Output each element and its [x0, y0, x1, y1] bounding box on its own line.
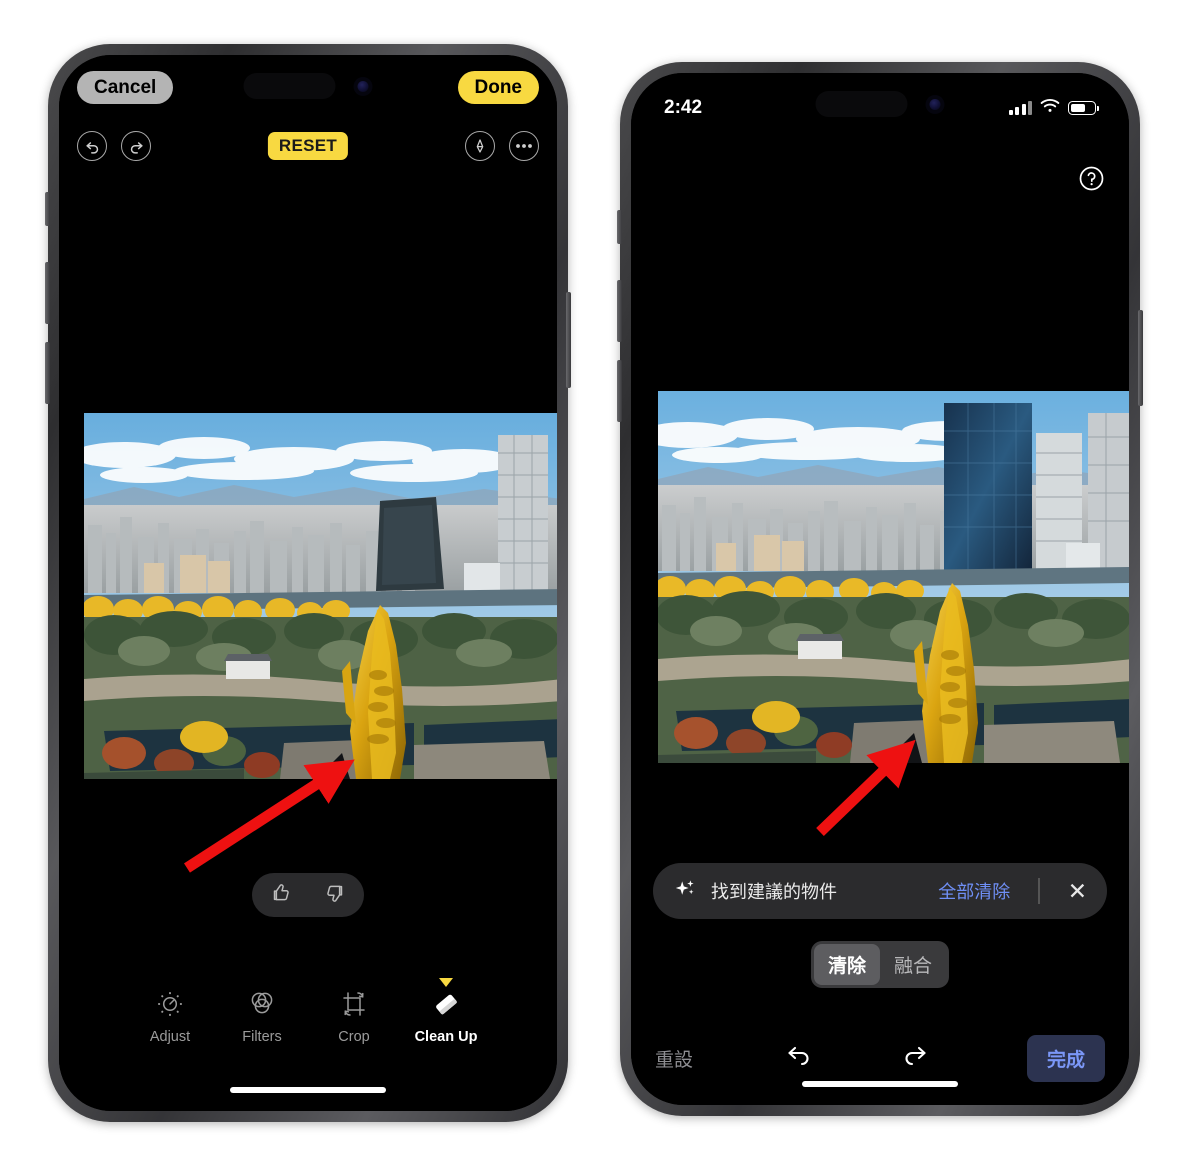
edited-photo[interactable]: [658, 391, 1129, 763]
suggestion-text: 找到建議的物件: [711, 882, 837, 902]
clean-up-eraser-icon: [430, 984, 462, 1024]
phone-right-volume-down-button[interactable]: [617, 360, 622, 422]
done-button[interactable]: 完成: [1026, 1035, 1105, 1082]
home-indicator[interactable]: [230, 1087, 386, 1093]
phone-right-screen-shell: 2:42 找到建議的物件 全部清除 ✕ 清除 融合 重設 完成: [631, 73, 1129, 1105]
home-indicator[interactable]: [802, 1081, 958, 1087]
feedback-control[interactable]: [252, 873, 364, 917]
photo-artwork: [84, 413, 557, 779]
status-indicators: [1008, 97, 1099, 119]
screenshot-stage: Cancel Done RESET Adjust Filters Crop Cl…: [0, 0, 1200, 1172]
reset-group: RESET: [267, 132, 349, 160]
undo-redo-group: [77, 131, 151, 161]
phone-left-volume-up-button[interactable]: [45, 262, 50, 324]
status-time: 2:42: [664, 97, 703, 118]
reset-button[interactable]: 重設: [655, 1045, 693, 1072]
thumbs-down-icon[interactable]: [325, 882, 347, 909]
mode-segmented-control: 清除 融合: [810, 941, 950, 988]
editor-tool-bar: Adjust Filters Crop Clean Up: [59, 978, 557, 1045]
phone-left-volume-down-button[interactable]: [45, 342, 50, 404]
redo-arrow-icon[interactable]: [901, 1044, 929, 1073]
suggestion-divider: [1038, 878, 1040, 904]
battery-icon: [1068, 101, 1099, 115]
help-question-icon[interactable]: [1078, 165, 1105, 197]
suggestion-bar: 找到建議的物件 全部清除 ✕: [653, 863, 1107, 919]
segment-blend[interactable]: 融合: [880, 944, 946, 985]
undo-arrow-icon[interactable]: [77, 131, 107, 161]
sparkle-icon: [673, 877, 697, 906]
close-x-icon[interactable]: ✕: [1068, 879, 1087, 903]
phone-right-mute-switch[interactable]: [617, 210, 622, 244]
photo-artwork: [658, 391, 1129, 763]
phone-left-screen-shell: Cancel Done RESET Adjust Filters Crop Cl…: [59, 55, 557, 1111]
markup-pen-icon[interactable]: [465, 131, 495, 161]
tool-label: Crop: [338, 1029, 370, 1045]
wifi-icon: [1040, 97, 1060, 119]
phone-left-power-button[interactable]: [566, 292, 571, 388]
edited-photo[interactable]: [84, 413, 557, 779]
tool-filters[interactable]: Filters: [216, 984, 308, 1045]
active-tool-caret-icon: [439, 978, 453, 987]
editor-action-row: RESET: [59, 131, 557, 161]
signal-bars-icon: [1008, 101, 1032, 115]
editor-top-bar: Cancel Done: [59, 71, 557, 104]
done-button[interactable]: Done: [457, 71, 539, 104]
cancel-button[interactable]: Cancel: [77, 71, 174, 104]
segment-clean[interactable]: 清除: [813, 944, 880, 985]
reset-button[interactable]: RESET: [267, 132, 349, 160]
photo-editor-screen: Cancel Done RESET Adjust Filters Crop Cl…: [59, 55, 557, 1111]
filters-circles-icon: [247, 984, 277, 1024]
tool-label: Filters: [242, 1029, 282, 1045]
clean-up-bottom-bar: 重設 完成: [631, 1035, 1129, 1082]
clear-all-button[interactable]: 全部清除: [938, 878, 1010, 904]
status-bar: 2:42: [631, 95, 1129, 121]
markup-more-group: [465, 131, 539, 161]
undo-arrow-icon[interactable]: [785, 1044, 813, 1073]
redo-arrow-icon[interactable]: [121, 131, 151, 161]
phone-right: 2:42 找到建議的物件 全部清除 ✕ 清除 融合 重設 完成: [617, 62, 1143, 1116]
phone-right-volume-up-button[interactable]: [617, 280, 622, 342]
tool-label: Adjust: [149, 1029, 191, 1045]
crop-rotate-icon: [339, 984, 369, 1024]
tool-label: Clean Up: [414, 1029, 478, 1045]
phone-left: Cancel Done RESET Adjust Filters Crop Cl…: [45, 44, 571, 1122]
more-ellipsis-icon[interactable]: [509, 131, 539, 161]
adjust-dial-icon: [156, 984, 184, 1024]
tool-clean-up[interactable]: Clean Up: [400, 978, 492, 1045]
thumbs-up-icon[interactable]: [269, 882, 291, 909]
clean-up-screen: 2:42 找到建議的物件 全部清除 ✕ 清除 融合 重設 完成: [631, 73, 1129, 1105]
tool-crop[interactable]: Crop: [308, 984, 400, 1045]
phone-right-power-button[interactable]: [1138, 310, 1143, 406]
phone-left-mute-switch[interactable]: [45, 192, 50, 226]
tool-adjust[interactable]: Adjust: [124, 984, 216, 1045]
